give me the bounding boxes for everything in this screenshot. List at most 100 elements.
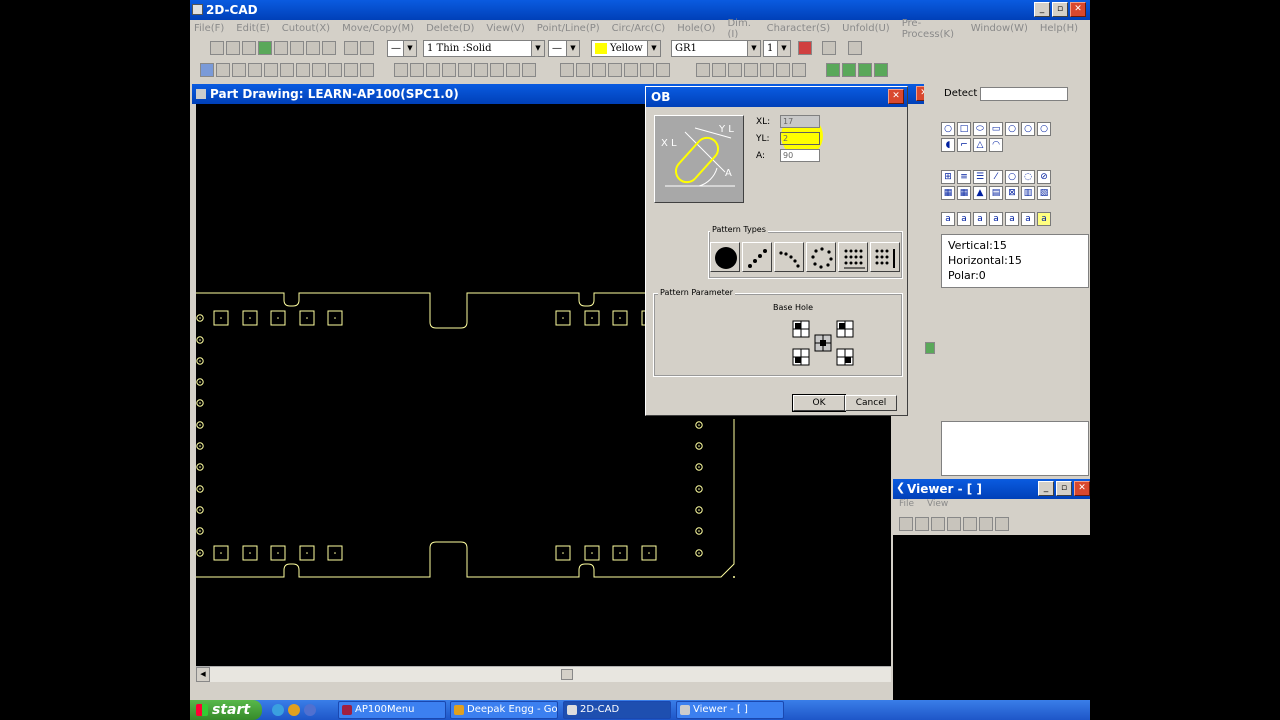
viewer-menu-file[interactable]: File bbox=[899, 499, 914, 509]
tool-library-icon[interactable] bbox=[858, 63, 872, 77]
menu-file[interactable]: File(F) bbox=[194, 23, 224, 34]
vertical-scrollbar[interactable] bbox=[924, 84, 936, 484]
square-hole-icon[interactable]: □ bbox=[957, 122, 971, 136]
zoom-in-icon[interactable] bbox=[248, 63, 262, 77]
a-input[interactable]: 90 bbox=[780, 149, 820, 162]
text-abc-icon[interactable]: a bbox=[941, 212, 955, 226]
pattern-circle-button[interactable] bbox=[806, 242, 836, 272]
viewer-open-icon[interactable] bbox=[899, 517, 913, 531]
layer-select[interactable]: 1 ▼ bbox=[763, 40, 791, 57]
group-select[interactable]: GR1 ▼ bbox=[671, 40, 761, 57]
snap-perp-icon[interactable] bbox=[792, 63, 806, 77]
point-icon[interactable] bbox=[394, 63, 408, 77]
trim-icon[interactable] bbox=[576, 63, 590, 77]
round-hole-2-icon[interactable]: ○ bbox=[1005, 122, 1019, 136]
horizontal-scrollbar[interactable]: ◀ bbox=[196, 666, 891, 682]
pattern-arc-button[interactable] bbox=[774, 242, 804, 272]
base-hole-selector-icon[interactable] bbox=[791, 317, 857, 367]
open-icon[interactable] bbox=[226, 41, 240, 55]
pattern-grid-icon[interactable]: ⊞ bbox=[941, 170, 955, 184]
menu-cutout[interactable]: Cutout(X) bbox=[282, 23, 330, 34]
pattern-line-icon[interactable]: ≡ bbox=[957, 170, 971, 184]
pattern-single-button[interactable] bbox=[710, 242, 740, 272]
zoom-all-icon[interactable] bbox=[216, 63, 230, 77]
cut-icon[interactable] bbox=[344, 63, 358, 77]
menu-move-copy[interactable]: Move/Copy(M) bbox=[342, 23, 414, 34]
auto-6-icon[interactable]: ▥ bbox=[1021, 186, 1035, 200]
round-hole-3-icon[interactable]: ○ bbox=[1021, 122, 1035, 136]
line-style-select[interactable]: — ▼ bbox=[387, 40, 417, 57]
ie-icon[interactable] bbox=[272, 704, 284, 716]
keyhole-icon[interactable]: ⌐ bbox=[957, 138, 971, 152]
snap-intersect-icon[interactable] bbox=[760, 63, 774, 77]
viewer-menu-view[interactable]: View bbox=[927, 499, 948, 509]
auto-7-icon[interactable]: ▧ bbox=[1037, 186, 1051, 200]
break-icon[interactable] bbox=[608, 63, 622, 77]
check-icon[interactable] bbox=[410, 63, 424, 77]
zoom-out-icon[interactable] bbox=[264, 63, 278, 77]
fillet-icon[interactable] bbox=[624, 63, 638, 77]
task-ap100menu[interactable]: AP100Menu bbox=[338, 701, 446, 719]
line-width-select[interactable]: — ▼ bbox=[548, 40, 580, 57]
material-icon[interactable] bbox=[874, 63, 888, 77]
scroll-thumb[interactable] bbox=[561, 669, 573, 680]
menu-edit[interactable]: Edit(E) bbox=[236, 23, 270, 34]
line-parallel-icon[interactable] bbox=[474, 63, 488, 77]
snap-grid-icon[interactable] bbox=[776, 63, 790, 77]
menu-point-line[interactable]: Point/Line(P) bbox=[537, 23, 600, 34]
maximize-icon[interactable]: ▫ bbox=[1052, 2, 1068, 17]
explorer-icon[interactable] bbox=[304, 704, 316, 716]
preview-icon[interactable] bbox=[306, 41, 320, 55]
task-chrome[interactable]: Deepak Engg - Go... bbox=[450, 701, 558, 719]
snap-end-icon[interactable] bbox=[712, 63, 726, 77]
refresh-icon[interactable] bbox=[328, 63, 342, 77]
layer-manager-icon[interactable] bbox=[826, 63, 840, 77]
line-horizontal-icon[interactable] bbox=[426, 63, 440, 77]
redraw-icon[interactable] bbox=[312, 63, 326, 77]
text-6-icon[interactable]: a bbox=[1037, 212, 1051, 226]
viewer-zoom-in-icon[interactable] bbox=[931, 517, 945, 531]
text-4-icon[interactable]: a bbox=[1005, 212, 1019, 226]
offset-icon[interactable] bbox=[656, 63, 670, 77]
ok-button[interactable]: OK bbox=[792, 394, 846, 412]
pattern-slash-icon[interactable]: ⊘ bbox=[1037, 170, 1051, 184]
round-hole-4-icon[interactable]: ○ bbox=[1037, 122, 1051, 136]
zoom-window-icon[interactable] bbox=[200, 63, 214, 77]
line-vertical-icon[interactable] bbox=[442, 63, 456, 77]
folder-icon[interactable] bbox=[242, 41, 256, 55]
viewer-pan-icon[interactable] bbox=[979, 517, 993, 531]
menu-circ-arc[interactable]: Circ/Arc(C) bbox=[612, 23, 666, 34]
pattern-grid-2-button[interactable] bbox=[870, 242, 900, 272]
new-icon[interactable] bbox=[210, 41, 224, 55]
redo-icon[interactable] bbox=[360, 41, 374, 55]
text-1-icon[interactable]: a bbox=[957, 212, 971, 226]
text-2-icon[interactable]: a bbox=[973, 212, 987, 226]
task-viewer[interactable]: Viewer - [ ] bbox=[676, 701, 784, 719]
menu-pre-process[interactable]: Pre-Process(K) bbox=[902, 18, 959, 40]
help-icon[interactable] bbox=[822, 41, 836, 55]
snap-center-icon[interactable] bbox=[744, 63, 758, 77]
text-3-icon[interactable]: a bbox=[989, 212, 1003, 226]
snap-mid-icon[interactable] bbox=[728, 63, 742, 77]
viewer-maximize-icon[interactable]: ▫ bbox=[1056, 481, 1072, 496]
line-angle-icon[interactable] bbox=[458, 63, 472, 77]
rectangle-icon[interactable] bbox=[506, 63, 520, 77]
snap-icon[interactable] bbox=[696, 63, 710, 77]
xl-input[interactable]: 17 bbox=[780, 115, 820, 128]
layer-color-icon[interactable] bbox=[798, 41, 812, 55]
menu-help[interactable]: Help(H) bbox=[1040, 23, 1078, 34]
pattern-line-button[interactable] bbox=[742, 242, 772, 272]
properties-icon[interactable] bbox=[322, 41, 336, 55]
menu-unfold[interactable]: Unfold(U) bbox=[842, 23, 890, 34]
menu-view[interactable]: View(V) bbox=[486, 23, 524, 34]
dialog-close-icon[interactable]: ✕ bbox=[888, 89, 904, 104]
zoom-select-icon[interactable] bbox=[232, 63, 246, 77]
d-hole-icon[interactable]: ◖ bbox=[941, 138, 955, 152]
pattern-circle-icon[interactable]: ○ bbox=[1005, 170, 1019, 184]
menu-dim[interactable]: Dim.(I) bbox=[727, 18, 754, 40]
pattern-grid-button[interactable] bbox=[838, 242, 868, 272]
extend-icon[interactable] bbox=[592, 63, 606, 77]
line-type-select[interactable]: 1 Thin :Solid ▼ bbox=[423, 40, 545, 57]
dialog-titlebar[interactable]: OB bbox=[646, 87, 907, 107]
minimize-icon[interactable]: _ bbox=[1034, 2, 1050, 17]
